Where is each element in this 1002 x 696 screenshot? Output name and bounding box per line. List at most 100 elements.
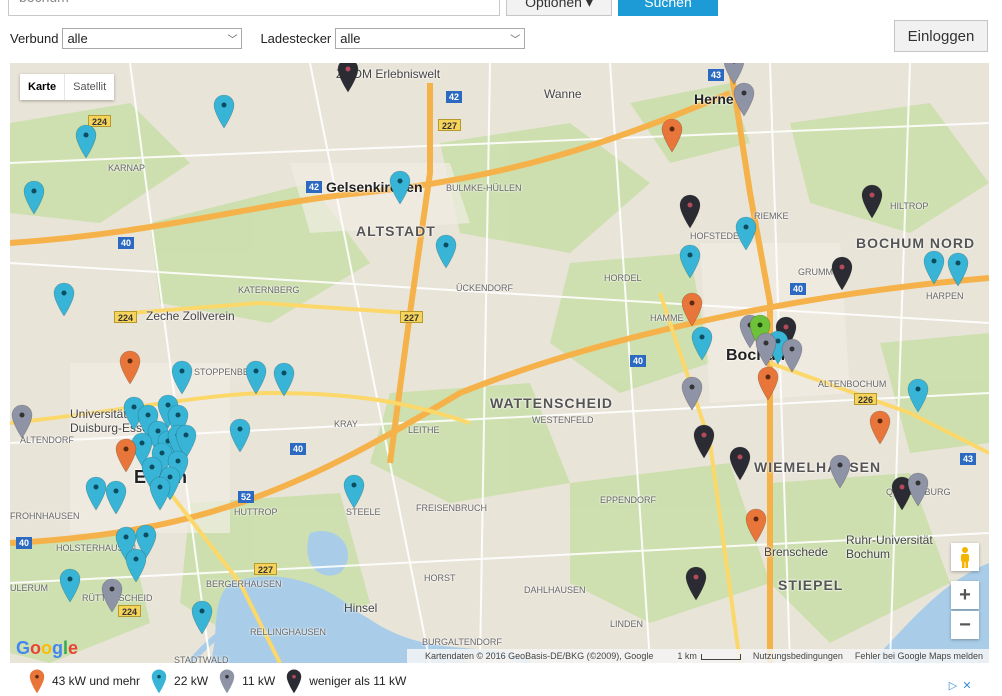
map[interactable]: ZOOM Erlebniswelt Wanne Herne Gelsenkirc… [10,63,989,663]
pegman-icon[interactable] [951,543,979,571]
marker-blue-icon[interactable] [74,123,98,159]
marker-orange-icon[interactable] [680,291,704,327]
search-input[interactable]: bochum [8,0,500,16]
marker-dark-icon[interactable] [678,193,702,229]
place-hiltrop: HILTROP [890,201,929,211]
report-link[interactable]: Fehler bei Google Maps melden [855,651,983,661]
place-horst: HORST [424,573,456,583]
marker-blue-icon[interactable] [52,281,76,317]
marker-blue-icon[interactable] [148,475,172,511]
marker-dark-icon[interactable] [684,565,708,601]
marker-blue-icon[interactable] [906,377,930,413]
road-shield: 227 [254,563,278,575]
road-shield: 42 [446,91,463,103]
marker-blue-icon [151,669,167,694]
place-dahlhausen: DAHLHAUSEN [524,585,586,595]
place-zollverein: Zeche Zollverein [146,309,235,323]
marker-blue-icon[interactable] [272,361,296,397]
marker-orange-icon[interactable] [744,507,768,543]
marker-dark-icon[interactable] [692,423,716,459]
place-leithe: LEITHE [408,425,440,435]
marker-blue-icon[interactable] [22,179,46,215]
marker-dark-icon[interactable] [336,63,360,93]
place-stiepel: STIEPEL [778,577,844,593]
marker-gray-icon[interactable] [10,403,34,439]
marker-gray-icon[interactable] [828,453,852,489]
marker-blue-icon[interactable] [388,169,412,205]
road-shield: 43 [960,453,977,465]
place-bulmke: BULMKE-HÜLLEN [446,183,522,193]
place-frohnhausen: FROHNHAUSEN [10,511,80,521]
legend-item-gray: 11 kW [218,668,275,694]
marker-gray-icon[interactable] [906,471,930,507]
legend-item-orange: 43 kW und mehr [28,668,140,694]
marker-dark-icon[interactable] [860,183,884,219]
road-shield: 226 [854,393,878,405]
legend-label: weniger als 11 kW [309,674,407,688]
road-shield: 42 [306,181,323,193]
marker-blue-icon[interactable] [58,567,82,603]
marker-blue-icon[interactable] [190,599,214,635]
zoom-out-button[interactable]: − [951,611,979,639]
options-button[interactable]: Optionen ▾ [506,0,612,16]
marker-blue-icon[interactable] [244,359,268,395]
marker-blue-icon[interactable] [228,417,252,453]
marker-gray-icon [219,669,235,694]
marker-blue-icon[interactable] [342,473,366,509]
place-burgaltendorf: BURGALTENDORF [422,637,502,647]
filter-row: Verbund alle ﹀ Ladestecker alle ﹀ [10,27,526,49]
marker-blue-icon[interactable] [734,215,758,251]
chevron-down-icon: ﹀ [227,34,238,46]
search-button[interactable]: Suchen [618,0,718,16]
marker-blue-icon[interactable] [678,243,702,279]
place-huttrop: HUTTROP [234,507,278,517]
chevron-down-icon: ﹀ [510,34,521,46]
marker-gray-icon[interactable] [732,81,756,117]
marker-gray-icon[interactable] [780,337,804,373]
login-button[interactable]: Einloggen [894,20,988,52]
marker-orange-icon[interactable] [868,409,892,445]
place-wattenscheid: WATTENSCHEID [490,395,613,411]
place-uckendorf: ÜCKENDORF [456,283,514,293]
road-shield: 40 [630,355,647,367]
ladestecker-select[interactable]: alle ﹀ [335,27,526,49]
marker-dark-icon[interactable] [830,255,854,291]
ladestecker-label: Ladestecker [260,30,332,46]
marker-orange-icon[interactable] [114,437,138,473]
place-karnap: KARNAP [108,163,146,173]
marker-blue-icon[interactable] [922,249,946,285]
marker-blue-icon[interactable] [690,325,714,361]
marker-blue-icon[interactable] [124,547,148,583]
place-riemke: RIEMKE [754,211,789,221]
place-hinsel: Hinsel [344,601,378,615]
map-type-satellit[interactable]: Satellit [65,74,114,100]
legend-label: 22 kW [174,674,209,688]
verbund-select[interactable]: alle ﹀ [62,27,243,49]
marker-orange-icon[interactable] [118,349,142,385]
marker-blue-icon[interactable] [212,93,236,129]
marker-orange-icon[interactable] [756,365,780,401]
place-ruhr-uni: Ruhr-Universität Bochum [846,533,933,561]
marker-dark-icon[interactable] [728,445,752,481]
map-base [10,63,989,663]
map-type-control: Karte Satellit [20,74,115,100]
zoom-in-button[interactable]: + [951,581,979,609]
adchoices-icon[interactable]: ▷ [946,678,960,692]
marker-gray-icon[interactable] [100,577,124,613]
marker-gray-icon[interactable] [680,375,704,411]
marker-blue-icon[interactable] [170,359,194,395]
place-bergerhausen: BERGERHAUSEN [206,579,282,589]
marker-orange-icon[interactable] [660,117,684,153]
place-westenfeld: WESTENFELD [532,415,594,425]
marker-blue-icon[interactable] [946,251,970,287]
marker-blue-icon[interactable] [434,233,458,269]
marker-blue-icon[interactable] [104,479,128,515]
close-icon[interactable]: ✕ [960,678,974,692]
terms-link[interactable]: Nutzungsbedingungen [753,651,843,661]
ad-choices[interactable]: ▷ ✕ [946,678,974,692]
map-type-karte[interactable]: Karte [20,74,66,100]
road-shield: 227 [438,119,462,131]
attribution-text: Kartendaten © 2016 GeoBasis-DE/BKG (©200… [424,651,654,661]
verbund-value: alle [67,30,88,46]
marker-gray-icon[interactable] [754,331,778,367]
